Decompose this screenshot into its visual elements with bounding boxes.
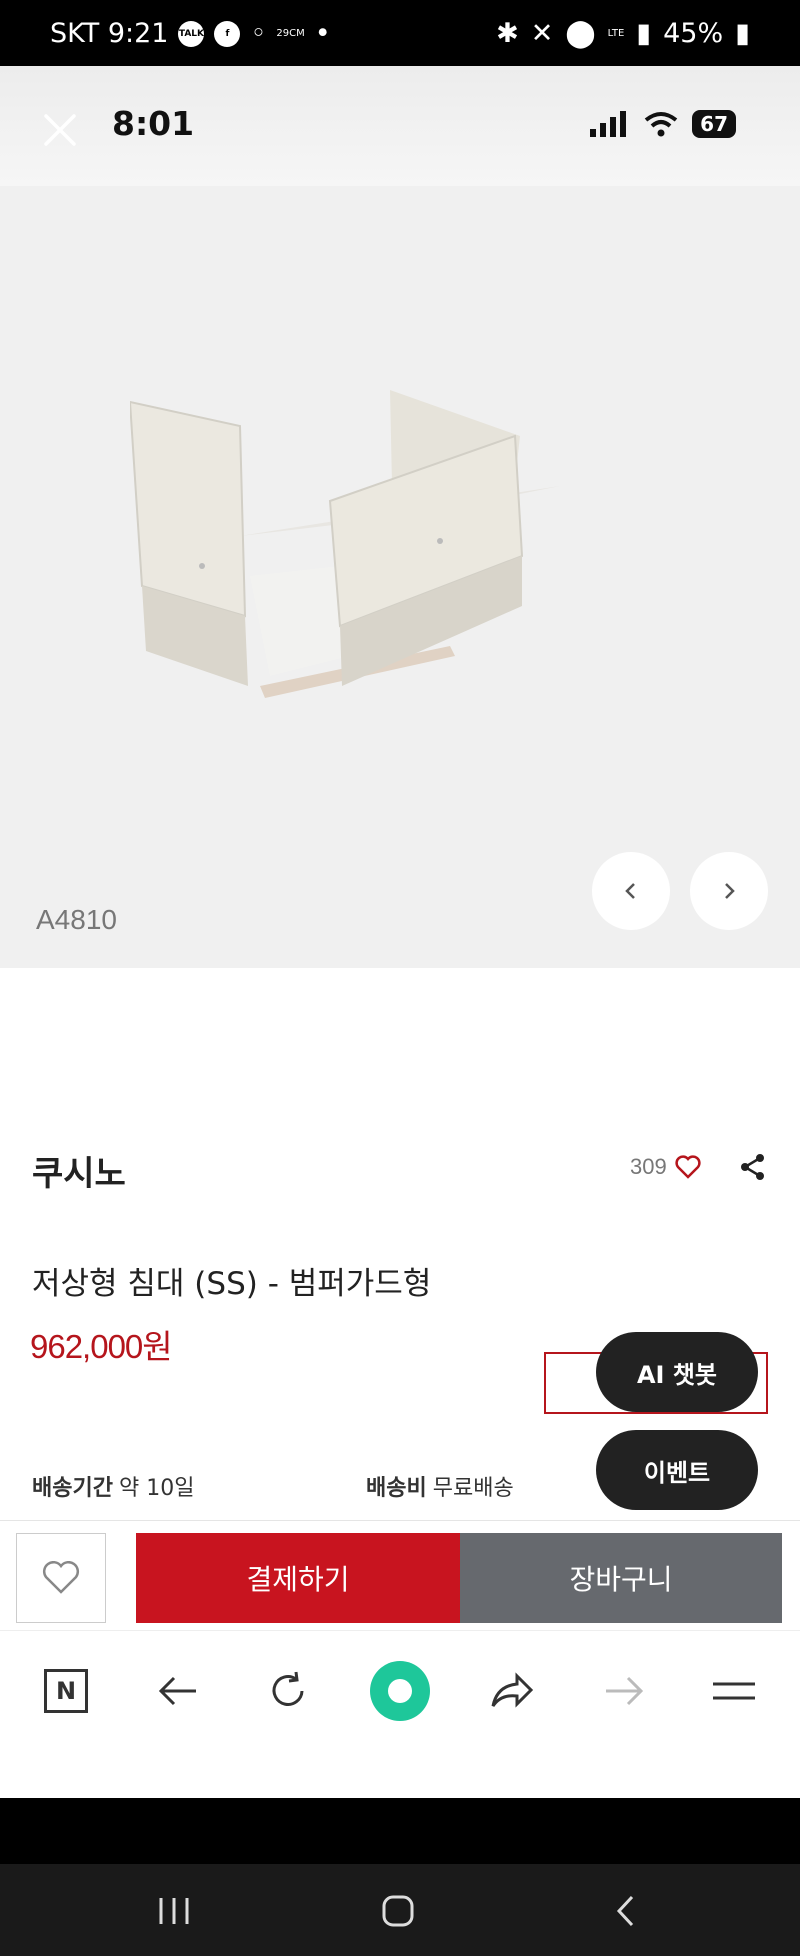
- green-dot-button[interactable]: [370, 1661, 430, 1721]
- kakaotalk-icon: TALK: [178, 20, 205, 47]
- facebook-icon: f: [214, 20, 241, 47]
- event-button[interactable]: 이벤트: [596, 1430, 758, 1510]
- dot-icon: •: [314, 18, 331, 49]
- home-icon: [382, 1895, 414, 1927]
- shipping-fee-value: 무료배송: [432, 1476, 514, 1501]
- reload-icon: [272, 1671, 304, 1706]
- back-button[interactable]: [148, 1661, 208, 1721]
- top-bar: 8:01 67: [0, 66, 800, 186]
- temperature-label: 29CM: [276, 28, 305, 39]
- naver-home-button[interactable]: N: [36, 1661, 96, 1721]
- arrow-left-icon: [158, 1676, 196, 1706]
- system-back-button[interactable]: [596, 1886, 656, 1936]
- signal-icon: [590, 111, 627, 137]
- shipping-fee-label: 배송비: [366, 1476, 427, 1501]
- checkout-button[interactable]: 결제하기: [136, 1533, 460, 1623]
- location-icon: ⬤: [565, 18, 596, 49]
- mute-icon: ✕: [530, 18, 554, 49]
- chevron-left-icon: [625, 883, 635, 899]
- home-button[interactable]: [368, 1886, 428, 1936]
- wifi-icon: [644, 112, 678, 137]
- battery-percent: 45%: [663, 18, 724, 49]
- shipping-period-label: 배송기간: [32, 1476, 113, 1501]
- signal-icon: ▮: [636, 18, 652, 49]
- hamburger-icon: [713, 1682, 755, 1700]
- product-name: 저상형 침대 (SS) - 범퍼가드형: [32, 1266, 432, 1302]
- green-circle-icon: [370, 1661, 430, 1721]
- ai-chatbot-button[interactable]: AI 챗봇: [596, 1332, 758, 1412]
- browser-toolbar: N: [0, 1630, 800, 1798]
- share-icon[interactable]: [738, 1152, 768, 1186]
- chevron-right-icon: [725, 883, 735, 899]
- heart-icon: [675, 1155, 701, 1179]
- menu-button[interactable]: [704, 1661, 764, 1721]
- brand-name[interactable]: 쿠시노: [32, 1146, 126, 1195]
- like-count[interactable]: 309: [630, 1154, 701, 1180]
- inner-time: 8:01: [112, 104, 195, 143]
- chevron-left-icon: [616, 1895, 634, 1927]
- close-icon[interactable]: [40, 110, 80, 150]
- app-screen: 8:01 67 A4810 쿠시노 309 저상형 침대 (SS) - 범퍼가드…: [0, 66, 800, 1798]
- inner-battery: 67: [692, 110, 736, 138]
- carrier-time: SKT 9:21: [50, 18, 169, 49]
- naver-n-icon: N: [44, 1669, 88, 1713]
- product-gallery[interactable]: A4810: [0, 186, 800, 968]
- heart-icon: [43, 1561, 79, 1594]
- add-to-cart-button[interactable]: 장바구니: [460, 1533, 782, 1623]
- like-count-value: 309: [630, 1154, 667, 1179]
- system-navigation-bar: [0, 1864, 800, 1956]
- shipping-period: 배송기간 약 10일: [32, 1470, 194, 1502]
- battery-icon: ▮: [735, 18, 750, 49]
- share-arrow-icon: [491, 1672, 534, 1708]
- product-price: 962,000원: [30, 1328, 173, 1365]
- prev-image-button[interactable]: [592, 852, 670, 930]
- shipping-fee: 배송비 무료배송: [366, 1470, 514, 1502]
- shipping-period-value: 약 10일: [118, 1476, 195, 1501]
- arrow-right-icon: [606, 1676, 644, 1706]
- status-bar: SKT 9:21 TALK f ◦ 29CM • ✱ ✕ ⬤ LTE ▮ 45%…: [0, 0, 800, 66]
- bluetooth-icon: ✱: [496, 18, 519, 49]
- inner-status: 67: [590, 110, 736, 138]
- lte-label: LTE: [607, 28, 625, 39]
- image-code: A4810: [36, 904, 117, 935]
- forward-button[interactable]: [594, 1661, 654, 1721]
- purchase-bar: 결제하기 장바구니: [0, 1520, 800, 1630]
- product-image: [130, 390, 560, 698]
- share-page-button[interactable]: [482, 1661, 542, 1721]
- next-image-button[interactable]: [690, 852, 768, 930]
- notification-icon: ◦: [250, 18, 267, 49]
- reload-button[interactable]: [258, 1661, 318, 1721]
- recent-apps-icon: [159, 1898, 189, 1924]
- recent-apps-button[interactable]: [144, 1886, 204, 1936]
- wishlist-button[interactable]: [16, 1533, 106, 1623]
